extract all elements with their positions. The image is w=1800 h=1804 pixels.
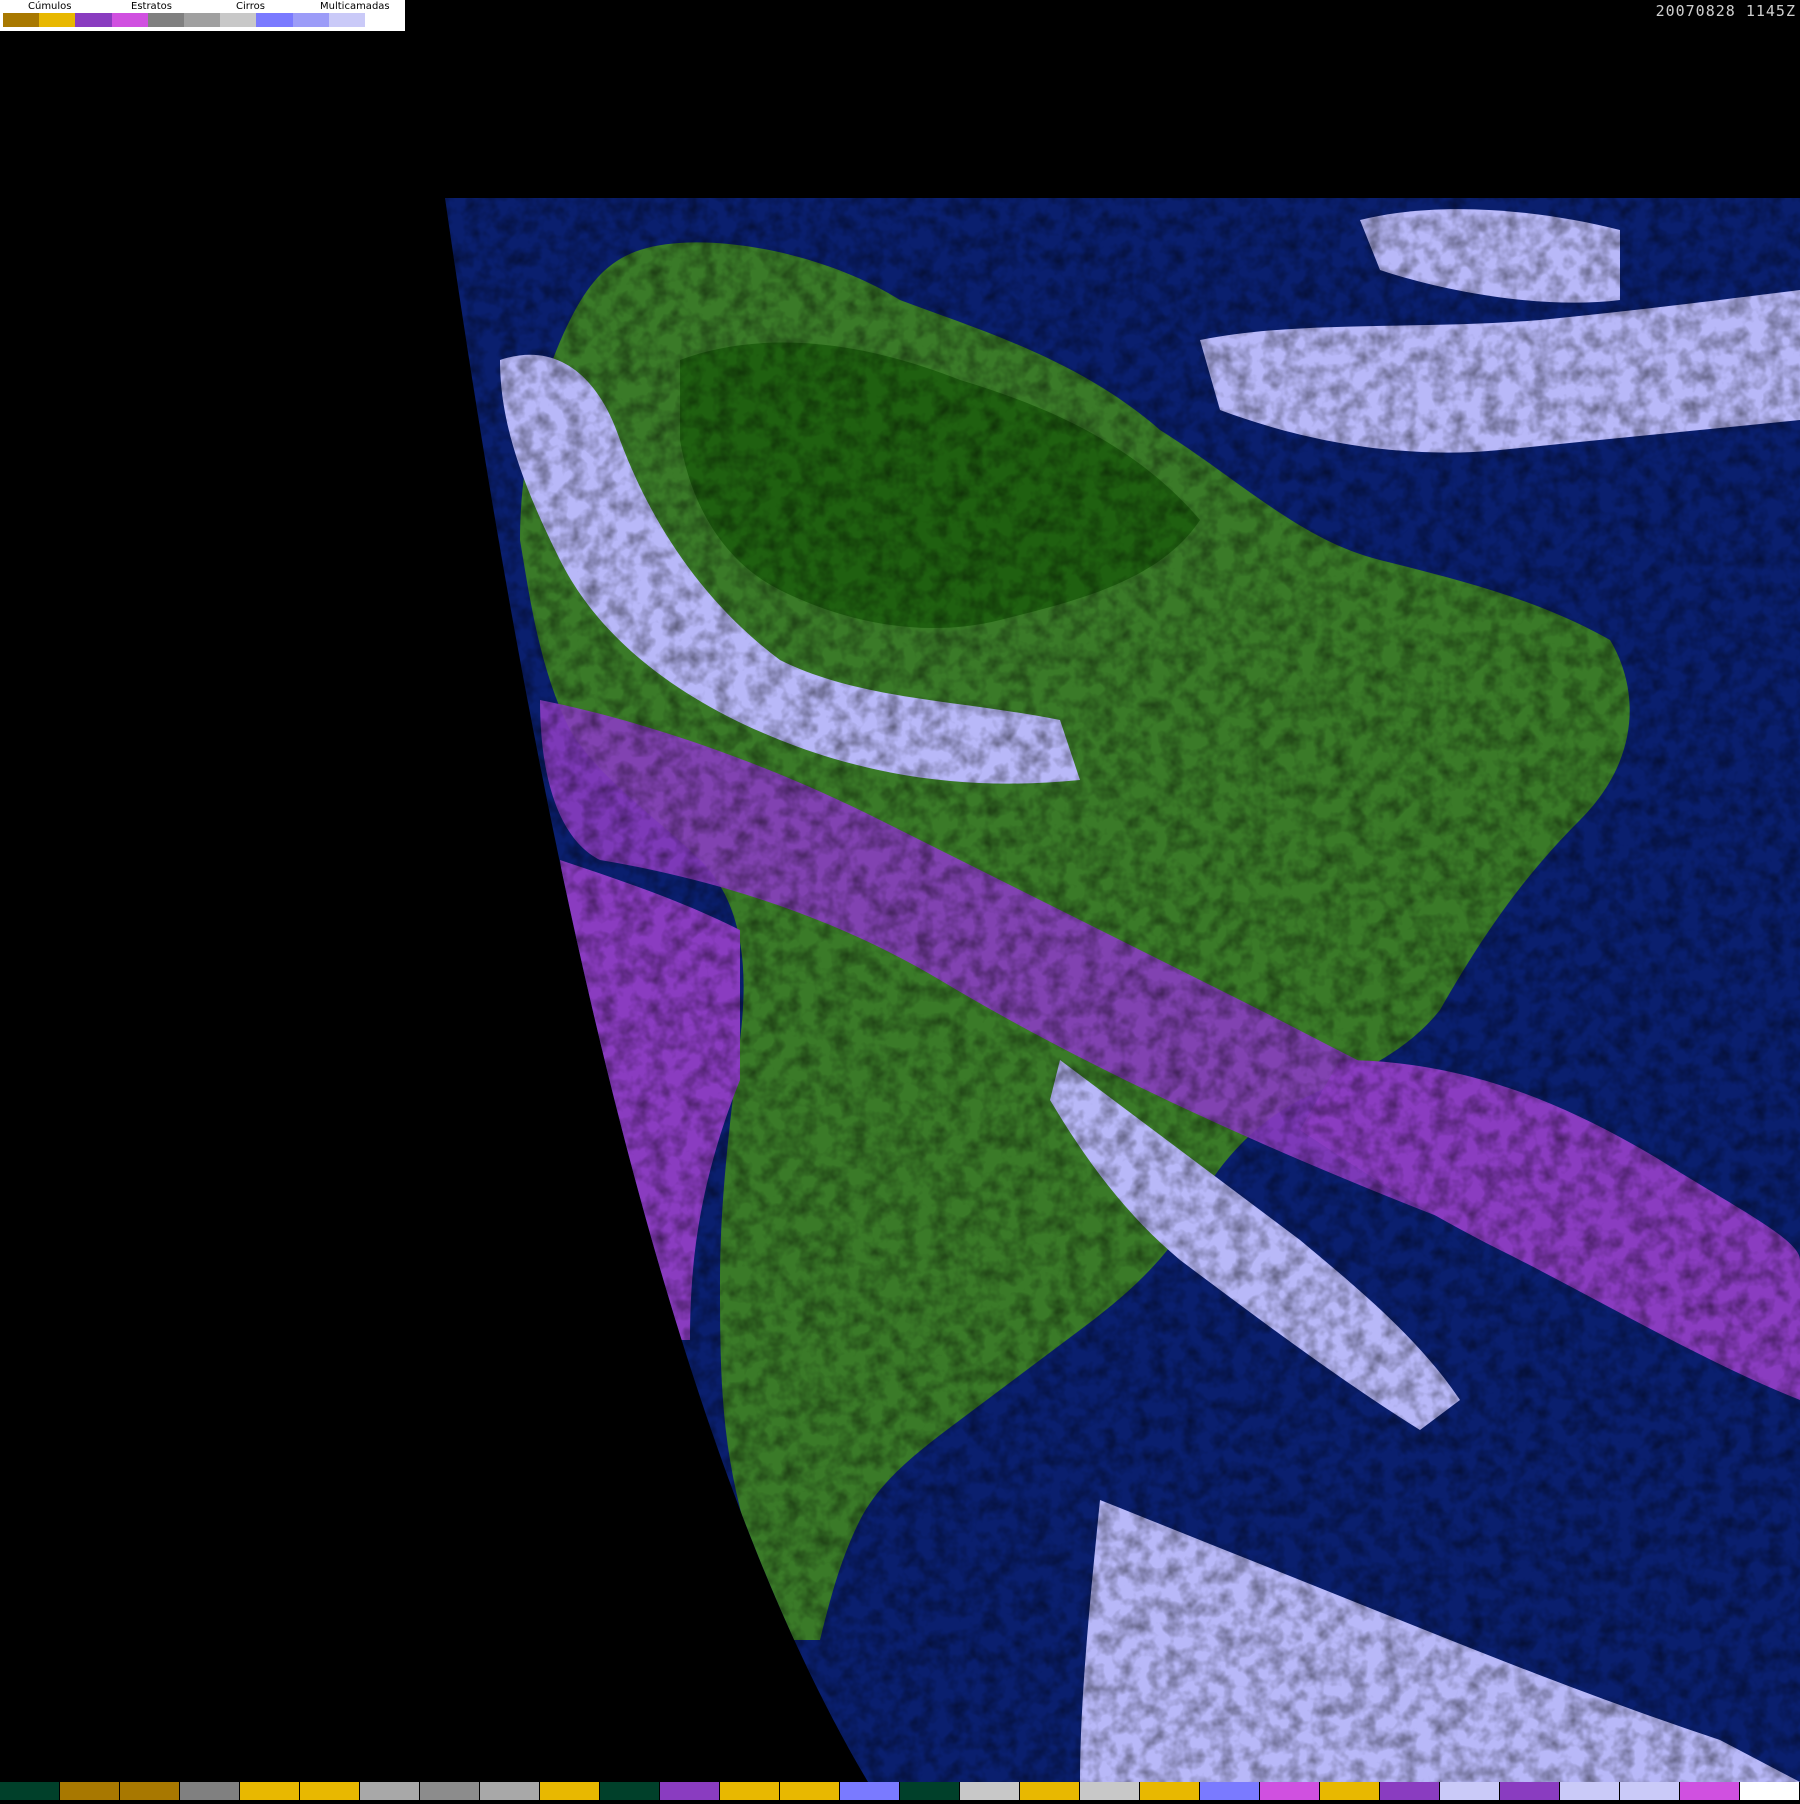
strip-swatch-15 xyxy=(900,1782,960,1800)
strip-swatch-11 xyxy=(660,1782,720,1800)
legend-swatch-3-3 xyxy=(364,13,402,27)
strip-swatch-12 xyxy=(720,1782,780,1800)
strip-swatch-17 xyxy=(1020,1782,1080,1800)
strip-swatch-8 xyxy=(480,1782,540,1800)
legend-swatch-0-1 xyxy=(39,13,76,27)
strip-swatch-29 xyxy=(1740,1782,1800,1800)
legend-swatch-row xyxy=(3,13,402,27)
strip-swatch-14 xyxy=(840,1782,900,1800)
legend-label-cirrus: Cirros xyxy=(236,1,265,12)
strip-swatch-10 xyxy=(600,1782,660,1800)
strip-swatch-7 xyxy=(420,1782,480,1800)
legend-swatch-2-0 xyxy=(147,13,184,27)
strip-swatch-26 xyxy=(1560,1782,1620,1800)
legend-label-stratus: Estratos xyxy=(131,1,172,12)
strip-swatch-25 xyxy=(1500,1782,1560,1800)
strip-swatch-27 xyxy=(1620,1782,1680,1800)
legend-swatch-3-2 xyxy=(328,13,365,27)
strip-swatch-1 xyxy=(60,1782,120,1800)
legend-swatch-1-0 xyxy=(75,13,112,27)
strip-swatch-28 xyxy=(1680,1782,1740,1800)
cloud-classification-image xyxy=(445,198,1800,1782)
satellite-map xyxy=(0,0,1800,1800)
bottom-color-strip xyxy=(0,1782,1800,1800)
cumulus-speckle xyxy=(445,198,1800,1782)
legend-swatch-3-0 xyxy=(256,13,293,27)
strip-swatch-20 xyxy=(1200,1782,1260,1800)
strip-swatch-16 xyxy=(960,1782,1020,1800)
legend-label-cumulus: Cúmulos xyxy=(28,1,72,12)
legend-swatch-1-1 xyxy=(111,13,148,27)
strip-swatch-4 xyxy=(240,1782,300,1800)
legend-swatch-3-1 xyxy=(292,13,329,27)
legend-swatch-2-1 xyxy=(183,13,221,27)
strip-swatch-19 xyxy=(1140,1782,1200,1800)
legend-label-multilayer: Multicamadas xyxy=(320,1,390,12)
strip-swatch-23 xyxy=(1380,1782,1440,1800)
strip-swatch-24 xyxy=(1440,1782,1500,1800)
strip-swatch-0 xyxy=(0,1782,60,1800)
image-timestamp: 20070828 1145Z xyxy=(1655,2,1796,20)
cloud-type-legend: Cúmulos Estratos Cirros Multicamadas xyxy=(0,0,405,31)
strip-swatch-22 xyxy=(1320,1782,1380,1800)
strip-swatch-9 xyxy=(540,1782,600,1800)
strip-swatch-5 xyxy=(300,1782,360,1800)
legend-swatch-0-0 xyxy=(3,13,40,27)
legend-swatch-2-2 xyxy=(220,13,257,27)
strip-swatch-2 xyxy=(120,1782,180,1800)
strip-swatch-21 xyxy=(1260,1782,1320,1800)
earth-disk xyxy=(445,198,1800,1782)
strip-swatch-13 xyxy=(780,1782,840,1800)
strip-swatch-18 xyxy=(1080,1782,1140,1800)
strip-swatch-3 xyxy=(180,1782,240,1800)
strip-swatch-6 xyxy=(360,1782,420,1800)
